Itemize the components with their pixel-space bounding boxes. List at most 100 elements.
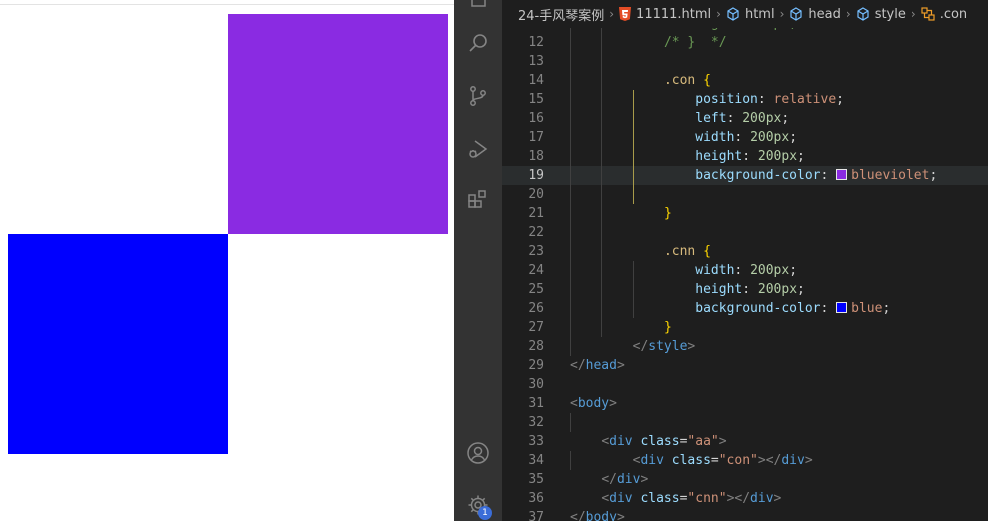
breadcrumb-item-style[interactable]: style bbox=[856, 7, 906, 22]
line-text: background-color: blueviolet; bbox=[695, 166, 937, 185]
code-line[interactable]: 27} bbox=[502, 318, 988, 337]
code-token: .cnn bbox=[663, 244, 696, 259]
code-line[interactable]: 26 background-color: blue; bbox=[502, 299, 988, 318]
run-debug-icon[interactable] bbox=[466, 137, 490, 161]
breadcrumb-item-head[interactable]: head bbox=[789, 6, 841, 22]
color-swatch[interactable] bbox=[836, 302, 848, 313]
browser-divider bbox=[0, 4, 454, 5]
code-line[interactable]: 36 <div class="cnn"></div> bbox=[502, 489, 988, 508]
code-editor[interactable]: 24-手风琴案例 › 11111.html › html › head › st… bbox=[502, 0, 988, 521]
color-swatch[interactable] bbox=[836, 169, 848, 180]
line-text: <div class="aa"> bbox=[601, 432, 726, 451]
code-line[interactable]: 33 <div class="aa"> bbox=[502, 432, 988, 451]
breadcrumb-item-con[interactable]: .con bbox=[921, 7, 967, 22]
indent-guide bbox=[601, 318, 603, 337]
indent-guide bbox=[632, 109, 634, 128]
code-line[interactable]: 16 left: 200px; bbox=[502, 109, 988, 128]
indent-guide bbox=[601, 185, 603, 204]
search-icon[interactable] bbox=[466, 31, 490, 55]
code-line[interactable]: 19 background-color: blueviolet; bbox=[502, 166, 988, 185]
breadcrumb-item-html[interactable]: html bbox=[726, 7, 775, 22]
code-line[interactable]: 15 position: relative; bbox=[502, 90, 988, 109]
line-text: height: 200px; bbox=[695, 280, 805, 299]
breadcrumb-item-label: .con bbox=[939, 6, 968, 22]
line-number: 23 bbox=[528, 244, 544, 259]
indent-guide bbox=[632, 90, 634, 109]
line-text: </head> bbox=[570, 356, 625, 375]
code-token: : bbox=[734, 263, 751, 278]
code-line[interactable]: 14 .con { bbox=[502, 71, 988, 90]
code-line[interactable]: 28 </style> bbox=[502, 337, 988, 356]
code-token: relative bbox=[773, 92, 837, 107]
indent-guide bbox=[601, 147, 603, 166]
code-line[interactable]: 37 </body> bbox=[502, 508, 988, 521]
code-line[interactable]: 30 bbox=[502, 375, 988, 394]
code-line[interactable]: 22 bbox=[502, 223, 988, 242]
symbol-element-icon bbox=[856, 7, 870, 21]
code-line[interactable]: 32 bbox=[502, 413, 988, 432]
code-line[interactable]: 29 </head> bbox=[502, 356, 988, 375]
code-line[interactable]: 17 width: 200px; bbox=[502, 128, 988, 147]
code-token: ; bbox=[789, 130, 798, 145]
account-icon[interactable] bbox=[466, 441, 490, 465]
code-token: : bbox=[757, 92, 774, 107]
code-token: "cnn" bbox=[687, 491, 727, 506]
code-line[interactable]: 25 height: 200px; bbox=[502, 280, 988, 299]
line-number: 31 bbox=[528, 396, 544, 411]
breadcrumb-item-label: head bbox=[808, 6, 841, 22]
code-token: .con bbox=[663, 73, 696, 88]
line-number: 16 bbox=[528, 111, 544, 126]
code-line[interactable]: 35 </div> bbox=[502, 470, 988, 489]
code-token: px bbox=[781, 282, 798, 297]
extensions-icon[interactable] bbox=[466, 188, 490, 212]
code-token: > bbox=[773, 491, 782, 506]
code-line[interactable]: 24 width: 200px; bbox=[502, 261, 988, 280]
code-token: width bbox=[695, 130, 735, 145]
cnn-box-blue bbox=[8, 234, 228, 454]
code-line[interactable]: 20 bbox=[502, 185, 988, 204]
code-line[interactable]: 13 bbox=[502, 52, 988, 71]
code-token: ; bbox=[882, 301, 891, 316]
line-number: 35 bbox=[528, 472, 544, 487]
code-token: </ bbox=[601, 472, 617, 487]
code-token: } bbox=[663, 206, 672, 221]
indent-guide bbox=[601, 166, 603, 185]
code-line[interactable]: 21} bbox=[502, 204, 988, 223]
code-token: ; bbox=[836, 92, 844, 107]
breadcrumb-folder[interactable]: 24-手风琴案例 bbox=[518, 5, 604, 24]
code-token: width bbox=[695, 263, 735, 278]
indent-guide bbox=[601, 299, 603, 318]
code-line[interactable]: 34 <div class="con"></div> bbox=[502, 451, 988, 470]
line-text: } bbox=[664, 318, 672, 337]
line-number: 29 bbox=[528, 358, 544, 373]
indent-guide bbox=[570, 52, 571, 71]
code-token: 200 bbox=[757, 282, 782, 297]
line-number: 18 bbox=[528, 149, 544, 164]
code-token: ; bbox=[789, 263, 798, 278]
breadcrumb-file[interactable]: 11111.html bbox=[619, 7, 711, 22]
code-lines[interactable]: 11/* height: 300px; */12/* } */1314.con … bbox=[502, 14, 988, 521]
code-line[interactable]: 31 <body> bbox=[502, 394, 988, 413]
code-token: height bbox=[695, 282, 743, 297]
code-token: ; bbox=[797, 282, 805, 297]
code-line[interactable]: 12 /* } */ bbox=[502, 33, 988, 52]
line-number: 25 bbox=[528, 282, 544, 297]
indent-guide bbox=[570, 261, 571, 280]
code-line[interactable]: 18 height: 200px; bbox=[502, 147, 988, 166]
code-token: background-color bbox=[695, 168, 821, 183]
indent-guide bbox=[601, 71, 603, 90]
indent-guide bbox=[632, 166, 634, 185]
indent-guide bbox=[632, 261, 634, 280]
code-line[interactable]: 23 .cnn { bbox=[502, 242, 988, 261]
code-token: 200 bbox=[750, 130, 774, 145]
indent-guide bbox=[601, 90, 603, 109]
indent-guide bbox=[570, 299, 571, 318]
code-token: body bbox=[577, 396, 610, 411]
indent-guide bbox=[570, 204, 571, 223]
indent-guide bbox=[570, 109, 571, 128]
code-token: < bbox=[570, 396, 578, 411]
explorer-icon[interactable] bbox=[466, 0, 490, 10]
source-control-icon[interactable] bbox=[466, 84, 490, 108]
